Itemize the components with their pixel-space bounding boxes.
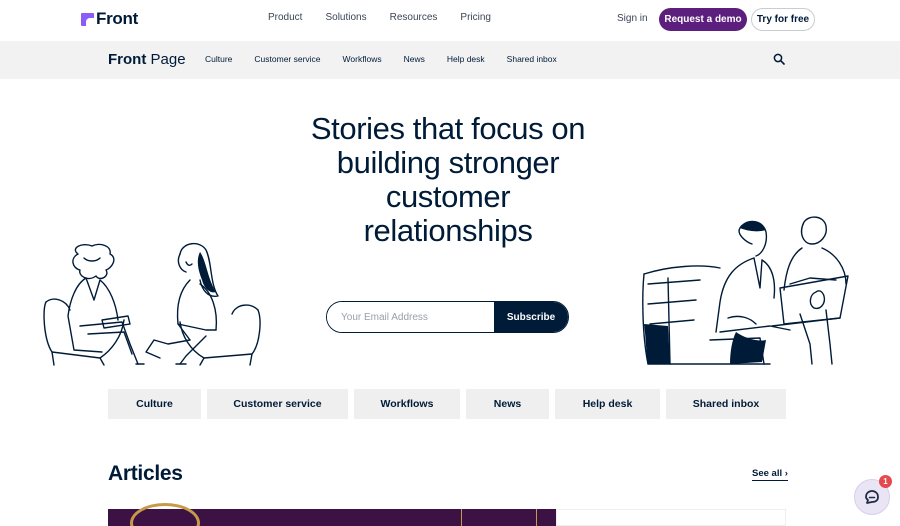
featured-article-image[interactable] [108, 503, 556, 526]
hero-title: Stories that focus on building stronger … [310, 111, 586, 248]
front-logo-icon [81, 12, 94, 26]
two-men-laptop-illustration [642, 216, 849, 365]
category-shared-inbox[interactable]: Shared inbox [666, 389, 786, 419]
subnav-news[interactable]: News [404, 54, 425, 64]
email-input[interactable] [327, 302, 494, 332]
decorative-line [536, 509, 537, 526]
articles-heading: Articles [108, 462, 183, 485]
nav-product[interactable]: Product [268, 12, 302, 23]
subnav-shared-inbox[interactable]: Shared inbox [507, 54, 557, 64]
sign-in-link[interactable]: Sign in [617, 13, 648, 24]
subnav-help-desk[interactable]: Help desk [447, 54, 485, 64]
front-page-subnav: Front Page Culture Customer service Work… [0, 41, 900, 79]
category-news[interactable]: News [466, 389, 549, 419]
subnav-links: Culture Customer service Workflows News … [205, 54, 579, 64]
subnav-customer-service[interactable]: Customer service [254, 54, 320, 64]
subnav-culture[interactable]: Culture [205, 54, 232, 64]
chat-icon [865, 490, 879, 504]
main-nav-links: Product Solutions Resources Pricing [268, 12, 514, 23]
category-pills: Culture Customer service Workflows News … [108, 389, 786, 419]
front-page-logo-light: Page [150, 51, 186, 68]
category-culture[interactable]: Culture [108, 389, 201, 419]
see-all-link[interactable]: See all › [752, 468, 788, 481]
subnav-workflows[interactable]: Workflows [343, 54, 382, 64]
chat-notification-badge: 1 [879, 475, 892, 488]
category-customer-service[interactable]: Customer service [207, 389, 348, 419]
subscribe-button[interactable]: Subscribe [494, 302, 568, 332]
nav-resources[interactable]: Resources [390, 12, 438, 23]
decorative-line [461, 509, 462, 526]
top-navbar: Front Product Solutions Resources Pricin… [0, 0, 900, 41]
subscribe-form: Subscribe [326, 301, 569, 333]
category-workflows[interactable]: Workflows [354, 389, 460, 419]
nav-pricing[interactable]: Pricing [460, 12, 491, 23]
request-demo-button[interactable]: Request a demo [659, 8, 747, 31]
front-logo[interactable]: Front [81, 9, 138, 28]
two-women-talking-illustration [43, 243, 261, 366]
front-page-logo-bold: Front [108, 51, 147, 68]
decorative-ring [130, 503, 200, 526]
front-page-logo[interactable]: Front Page [108, 51, 186, 68]
article-card[interactable] [556, 509, 786, 526]
search-icon[interactable] [773, 53, 785, 65]
try-for-free-button[interactable]: Try for free [751, 8, 815, 31]
category-help-desk[interactable]: Help desk [555, 389, 660, 419]
nav-solutions[interactable]: Solutions [325, 12, 366, 23]
logo-text: Front [96, 9, 138, 28]
